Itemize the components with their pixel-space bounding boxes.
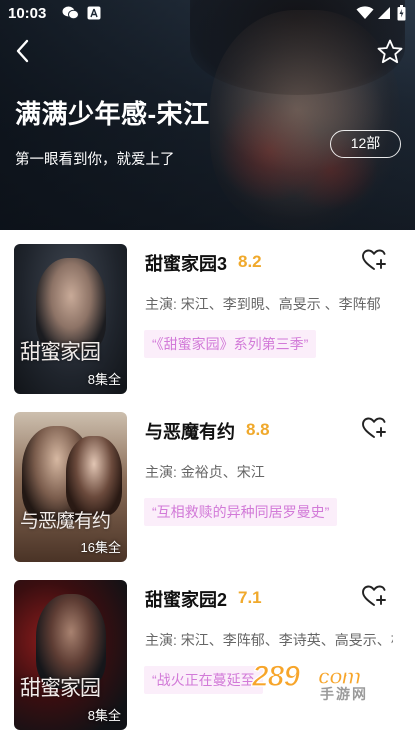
drama-poster[interactable]: 与恶魔有约 16集全 bbox=[14, 412, 127, 562]
wechat-icon bbox=[62, 6, 79, 20]
episode-count: 8集全 bbox=[87, 708, 121, 723]
heart-plus-icon[interactable] bbox=[361, 248, 387, 272]
drama-poster[interactable]: 甜蜜家园 8集全 bbox=[14, 580, 127, 730]
drama-cast: 主演: 宋江、李阵郁、李诗英、高旻示、朴圭英 bbox=[145, 632, 393, 648]
poster-title: 甜蜜家园 bbox=[20, 676, 101, 700]
back-button[interactable] bbox=[10, 36, 36, 66]
page-subtitle: 第一眼看到你，就爱上了 bbox=[15, 152, 175, 168]
battery-icon bbox=[397, 5, 406, 21]
drama-title[interactable]: 甜蜜家园3 bbox=[145, 250, 227, 276]
poster-title: 甜蜜家园 bbox=[20, 340, 101, 364]
drama-cast: 主演: 宋江、李到晛、高旻示 、李阵郁 bbox=[145, 296, 381, 312]
episode-count: 16集全 bbox=[80, 540, 121, 555]
drama-title[interactable]: 甜蜜家园2 bbox=[145, 586, 227, 612]
favorite-star-button[interactable] bbox=[376, 38, 404, 66]
page-title: 满满少年感-宋江 bbox=[15, 99, 210, 129]
drama-card[interactable]: 甜蜜家园 8集全 甜蜜家园2 7.1 主演: 宋江、李阵郁、李诗英、高旻示、朴圭… bbox=[0, 566, 415, 730]
episode-count: 8集全 bbox=[87, 372, 121, 387]
wifi-icon bbox=[356, 6, 374, 19]
drama-tagline: “战火正在蔓延至 bbox=[144, 666, 263, 694]
drama-score: 8.8 bbox=[246, 420, 270, 439]
drama-tagline: “《甜蜜家园》系列第三季” bbox=[144, 330, 317, 358]
drama-card[interactable]: 与恶魔有约 16集全 与恶魔有约 8.8 主演: 金裕贞、宋江 “互相救赎的异种… bbox=[0, 398, 415, 562]
heart-plus-icon[interactable] bbox=[361, 584, 387, 608]
status-time: 10:03 bbox=[8, 5, 47, 22]
drama-tagline: “互相救赎的异种同居罗曼史” bbox=[144, 498, 338, 526]
drama-title[interactable]: 与恶魔有约 bbox=[145, 418, 235, 444]
drama-score: 8.2 bbox=[238, 252, 262, 271]
drama-count-badge[interactable]: 12部 bbox=[330, 130, 401, 158]
drama-list: 甜蜜家园 8集全 甜蜜家园3 8.2 主演: 宋江、李到晛、高旻示 、李阵郁 “… bbox=[0, 230, 415, 738]
drama-score: 7.1 bbox=[238, 588, 262, 607]
poster-title: 与恶魔有约 bbox=[20, 510, 111, 532]
drama-poster[interactable]: 甜蜜家园 8集全 bbox=[14, 244, 127, 394]
drama-cast: 主演: 金裕贞、宋江 bbox=[145, 464, 265, 480]
heart-plus-icon[interactable] bbox=[361, 416, 387, 440]
hero-header: 10:03 满满少年感-宋江 第一眼看到你，就爱上了 12部 bbox=[0, 0, 415, 230]
drama-card[interactable]: 甜蜜家园 8集全 甜蜜家园3 8.2 主演: 宋江、李到晛、高旻示 、李阵郁 “… bbox=[0, 230, 415, 394]
poster-person bbox=[66, 436, 122, 516]
signal-icon bbox=[378, 7, 390, 19]
status-bar: 10:03 bbox=[0, 0, 415, 28]
app-store-icon bbox=[87, 6, 101, 20]
